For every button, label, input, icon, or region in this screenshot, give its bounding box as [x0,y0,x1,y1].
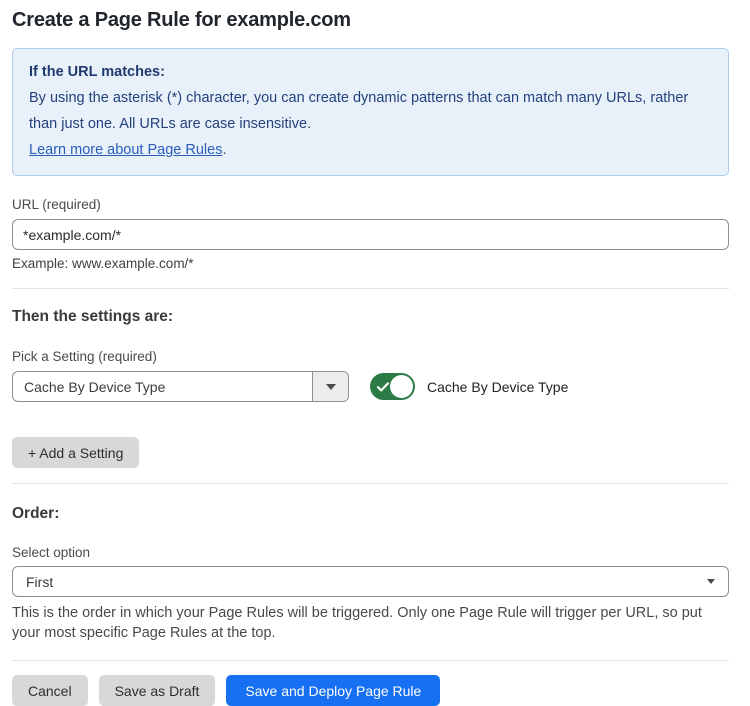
chevron-down-icon [326,384,336,390]
divider [12,483,729,484]
url-input[interactable] [12,219,729,250]
setting-row: Cache By Device Type Cache By Device Typ… [12,371,729,402]
url-example-helper: Example: www.example.com/* [12,256,729,271]
save-deploy-button[interactable]: Save and Deploy Page Rule [226,675,440,706]
checkmark-icon [377,382,389,392]
order-select-value: First [26,574,53,590]
settings-section-heading: Then the settings are: [12,308,729,326]
cancel-button[interactable]: Cancel [12,675,88,706]
toggle-label: Cache By Device Type [427,379,568,395]
pick-setting-label: Pick a Setting (required) [12,349,729,364]
toggle-knob [390,375,413,398]
setting-select-value: Cache By Device Type [24,379,165,395]
order-select-label: Select option [12,545,729,560]
page-title: Create a Page Rule for example.com [12,9,729,32]
add-setting-button[interactable]: + Add a Setting [12,437,139,468]
dropdown-arrow-button[interactable] [312,372,348,401]
callout-heading: If the URL matches: [29,59,712,85]
chevron-down-icon [707,579,715,584]
order-select[interactable]: First [12,566,729,597]
callout-body: By using the asterisk (*) character, you… [29,85,712,137]
form-actions: Cancel Save as Draft Save and Deploy Pag… [12,675,729,706]
page-rule-form: Create a Page Rule for example.com If th… [0,0,750,706]
setting-select[interactable]: Cache By Device Type [12,371,349,402]
order-helper-text: This is the order in which your Page Rul… [12,603,729,643]
learn-more-link[interactable]: Learn more about Page Rules [29,142,222,158]
callout-link-line: Learn more about Page Rules. [29,137,712,163]
url-match-callout: If the URL matches: By using the asteris… [12,48,729,176]
url-field-label: URL (required) [12,197,729,212]
divider [12,660,729,661]
save-draft-button[interactable]: Save as Draft [99,675,216,706]
link-suffix: . [222,142,226,158]
divider [12,288,729,289]
cache-by-device-type-toggle[interactable] [370,373,415,400]
order-section-heading: Order: [12,505,729,523]
